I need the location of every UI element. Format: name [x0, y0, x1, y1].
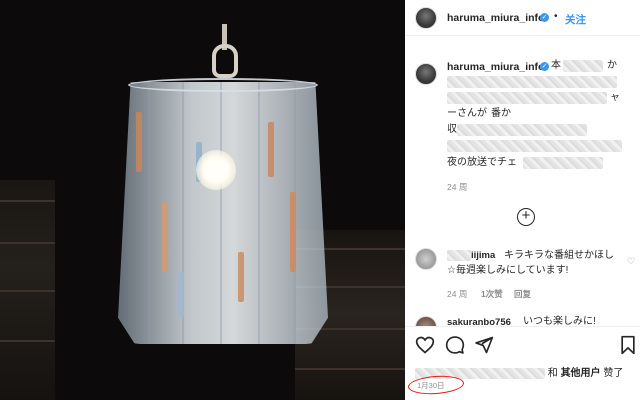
load-more-comments-button[interactable]: + [517, 208, 535, 226]
redacted-text [457, 124, 587, 136]
verified-badge-icon: ✓ [540, 13, 549, 22]
comment-like-heart-icon[interactable]: ♡ [627, 256, 635, 267]
share-icon[interactable] [474, 335, 494, 355]
comment-text: ☆毎週楽しみにしています! [447, 265, 569, 276]
redacted-username [447, 250, 471, 261]
caption-fragment: 本 [551, 60, 561, 71]
liked-label: 赞了 [603, 368, 624, 379]
lamp-shade-rim [128, 78, 318, 92]
redacted-text [447, 76, 617, 88]
comment-icon[interactable] [445, 335, 465, 355]
background-shelf-left [0, 180, 55, 400]
caption-fragment: 夜の放送でチェ [447, 157, 517, 168]
caption-fragment: 収 [447, 124, 457, 135]
redacted-text [447, 140, 622, 152]
others-link[interactable]: 其他用户 [561, 368, 601, 379]
post-header: haruma_miura_info ✓ • 关注 [405, 0, 640, 36]
caption-time: 24 周 [447, 182, 468, 192]
separator-dot: • [554, 11, 558, 22]
caption-fragment: か [607, 60, 617, 71]
caption-avatar[interactable] [415, 63, 437, 85]
avatar[interactable] [415, 7, 437, 29]
follow-button[interactable]: 关注 [565, 12, 586, 27]
comment-reply-button[interactable]: 回复 [514, 288, 531, 300]
bookmark-icon[interactable] [620, 335, 636, 355]
caption-fragment: ャ [610, 92, 620, 103]
heart-icon[interactable] [415, 335, 435, 355]
comment-likes-count[interactable]: 1次赞 [481, 288, 503, 300]
post-side-panel: haruma_miura_info ✓ • 关注 haruma_miura_in… [405, 0, 640, 400]
post-photo[interactable] [0, 0, 405, 400]
lamp-shade [118, 82, 328, 344]
lamp-hook [212, 44, 238, 78]
header-username[interactable]: haruma_miura_info [447, 12, 544, 24]
caption-fragment: ーさんが [447, 108, 487, 119]
post-action-bar: 和 其他用户 赞了 1月30日 [405, 326, 640, 400]
comment-username[interactable]: iijima [471, 250, 495, 261]
redacted-text [563, 60, 603, 72]
comment-text: キラキラな番組せかほし [504, 250, 614, 261]
comment-avatar[interactable] [415, 248, 437, 270]
liked-by-and: 和 [547, 368, 558, 379]
caption-username[interactable]: haruma_miura_info [447, 61, 544, 73]
caption-verified-icon: ✓ [540, 62, 549, 71]
caption-fragment: 番か [491, 108, 511, 119]
comment-time: 24 周 [447, 289, 468, 299]
light-bulb [196, 150, 236, 190]
redacted-text [523, 157, 603, 169]
redacted-text [447, 92, 607, 104]
